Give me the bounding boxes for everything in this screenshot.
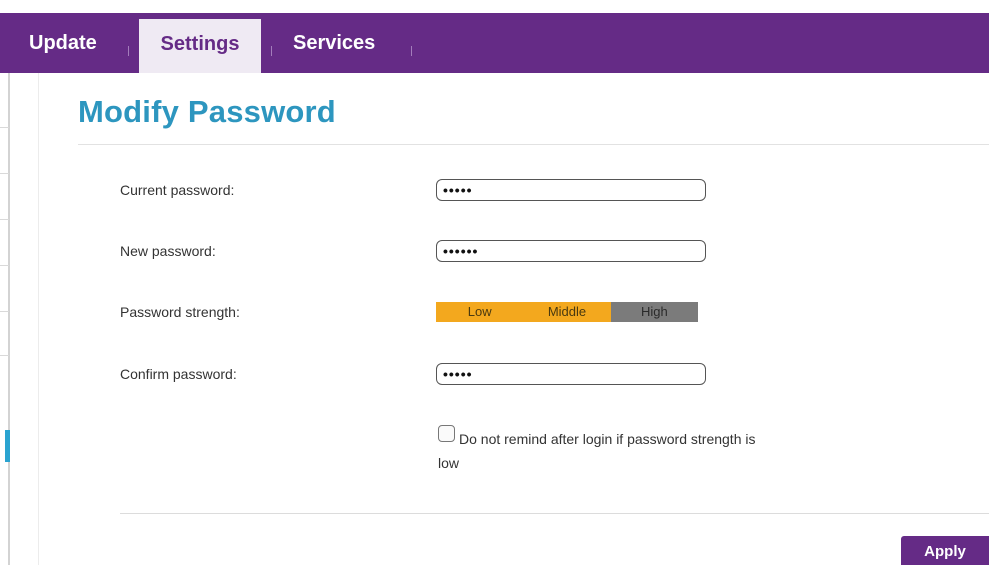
remind-checkbox-label: Do not remind after login if password st…: [438, 431, 756, 471]
new-password-label: New password:: [120, 243, 216, 259]
remind-checkbox[interactable]: [438, 425, 455, 442]
current-password-input[interactable]: •••••: [436, 179, 706, 201]
sidebar-item[interactable]: [0, 219, 9, 220]
top-nav-bar: Update Settings Services: [0, 13, 989, 73]
apply-button[interactable]: Apply: [901, 536, 989, 565]
sidebar-active-indicator[interactable]: [5, 430, 10, 462]
strength-middle: Middle: [523, 302, 611, 322]
tab-separator: [271, 46, 272, 56]
password-strength-meter: Low Middle High: [436, 302, 698, 322]
strength-low: Low: [436, 302, 524, 322]
tab-separator: [128, 46, 129, 56]
form-divider: [120, 513, 989, 514]
sidebar-item[interactable]: [0, 173, 9, 174]
tab-services[interactable]: Services: [293, 13, 375, 73]
sidebar-divider: [38, 73, 39, 565]
sidebar-item[interactable]: [0, 355, 9, 356]
sidebar-item[interactable]: [0, 311, 9, 312]
confirm-password-label: Confirm password:: [120, 366, 237, 382]
strength-high: High: [610, 302, 698, 322]
sidebar-item[interactable]: [0, 127, 9, 128]
current-password-label: Current password:: [120, 182, 235, 198]
router-settings-page: Update Settings Services Modify Password…: [0, 0, 989, 565]
password-strength-label: Password strength:: [120, 304, 240, 320]
tab-separator: [411, 46, 412, 56]
sidebar-item[interactable]: [0, 265, 9, 266]
sidebar: [0, 73, 40, 565]
sidebar-track: [8, 73, 10, 565]
tab-update[interactable]: Update: [29, 13, 97, 73]
confirm-password-input[interactable]: •••••: [436, 363, 706, 385]
page-title: Modify Password: [78, 94, 336, 129]
tab-settings[interactable]: Settings: [139, 19, 261, 73]
title-divider: [78, 144, 989, 145]
new-password-input[interactable]: ••••••: [436, 240, 706, 262]
